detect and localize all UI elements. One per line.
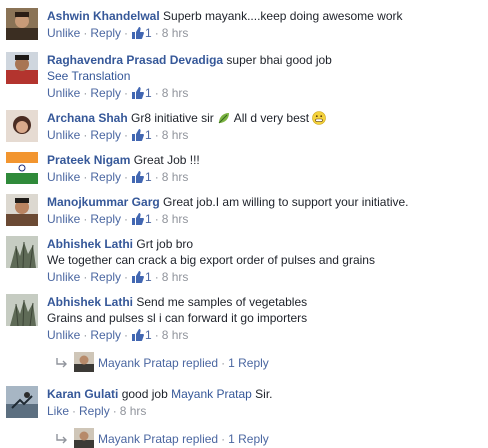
avatar [74,428,94,448]
reply-link[interactable]: Reply [90,128,121,142]
comment-author[interactable]: Karan Gulati [47,387,118,401]
unlike-link[interactable]: Unlike [47,128,80,142]
comment-author[interactable]: Manojkummar Garg [47,195,160,209]
reply-link[interactable]: Reply [79,404,110,418]
unlike-link[interactable]: Unlike [47,26,80,40]
comment-text: Superb mayank....keep doing awesome work [163,9,403,23]
comment-body: Ashwin Khandelwal Superb mayank....keep … [47,8,484,41]
timestamp[interactable]: 8 hrs [162,270,189,284]
comment-body: Abhishek Lathi Send me samples of vegeta… [47,294,484,343]
timestamp[interactable]: 8 hrs [120,404,147,418]
comment-text: super bhai good job [226,53,332,67]
comment-text-line2: We together can crack a big export order… [47,253,375,267]
avatar[interactable] [6,294,38,326]
comment-body: Abhishek Lathi Grt job bro We together c… [47,236,484,285]
comment-body: Manojkummar Garg Great job.I am willing … [47,194,484,227]
comment-actions: Unlike · Reply · 1 · 8 hrs [47,128,189,142]
comment-author[interactable]: Abhishek Lathi [47,237,133,251]
comment-author[interactable]: Abhishek Lathi [47,295,133,309]
timestamp[interactable]: 8 hrs [162,328,189,342]
unlike-link[interactable]: Unlike [47,170,80,184]
thumbs-up-icon [132,87,144,99]
like-count[interactable]: 1 [131,328,152,342]
thumbs-up-icon [132,329,144,341]
like-count[interactable]: 1 [131,270,152,284]
comment-actions: Unlike · Reply · 1 · 8 hrs [47,328,189,342]
like-count[interactable]: 1 [131,86,152,100]
comment-actions: Unlike · Reply · 1 · 8 hrs [47,26,189,40]
reply-link[interactable]: Reply [90,86,121,100]
reply-link[interactable]: Reply [90,328,121,342]
comment-body: Archana Shah Gr8 initiative sir All d ve… [47,110,484,143]
thumbs-up-icon [132,27,144,39]
reply-link[interactable]: Reply [90,26,121,40]
comment-body: Karan Gulati good job Mayank Pratap Sir.… [47,386,484,419]
avatar[interactable] [6,8,38,40]
comment-body: Raghavendra Prasad Devadiga super bhai g… [47,52,484,101]
comment-actions: Unlike · Reply · 1 · 8 hrs [47,86,189,100]
avatar[interactable] [6,236,38,268]
comment-text: Great Job !!! [133,153,200,167]
grin-emoji-icon [312,111,327,125]
leaf-emoji-icon [218,113,230,124]
reply-count: 1 Reply [228,432,269,446]
like-link[interactable]: Like [47,404,69,418]
comment-actions: Unlike · Reply · 1 · 8 hrs [47,170,189,184]
unlike-link[interactable]: Unlike [47,212,80,226]
unlike-link[interactable]: Unlike [47,328,80,342]
comment-actions: Like · Reply · 8 hrs [47,404,147,418]
reply-arrow-icon [56,434,67,444]
mention-link[interactable]: Mayank Pratap [171,387,252,401]
avatar[interactable] [6,194,38,226]
unlike-link[interactable]: Unlike [47,270,80,284]
thumbs-up-icon [132,171,144,183]
like-count[interactable]: 1 [131,26,152,40]
timestamp[interactable]: 8 hrs [162,128,189,142]
comment-actions: Unlike · Reply · 1 · 8 hrs [47,212,189,226]
comment-text-line2: Grains and pulses sl i can forward it go… [47,311,308,325]
see-translation-link[interactable]: See Translation [47,69,130,83]
comment-author[interactable]: Ashwin Khandelwal [47,9,160,23]
thumbs-up-icon [132,213,144,225]
reply-link[interactable]: Reply [90,270,121,284]
view-replies-link[interactable]: Mayank Pratap replied · 1 Reply [56,428,269,448]
replier-name: Mayank Pratap [98,356,179,370]
replier-name: Mayank Pratap [98,432,179,446]
avatar[interactable] [6,386,38,418]
timestamp[interactable]: 8 hrs [162,212,189,226]
reply-arrow-icon [56,358,67,368]
reply-link[interactable]: Reply [90,212,121,226]
thumbs-up-icon [132,271,144,283]
like-count[interactable]: 1 [131,212,152,226]
timestamp[interactable]: 8 hrs [162,86,189,100]
avatar [74,352,94,372]
comment-author[interactable]: Archana Shah [47,111,128,125]
comment-text-end: Sir. [255,387,273,401]
thumbs-up-icon [132,129,144,141]
avatar[interactable] [6,52,38,84]
comment-text: Send me samples of vegetables [136,295,308,309]
comment-author[interactable]: Raghavendra Prasad Devadiga [47,53,223,67]
timestamp[interactable]: 8 hrs [162,170,189,184]
timestamp[interactable]: 8 hrs [162,26,189,40]
comment-text: Gr8 initiative sir All d very best [131,111,327,125]
avatar[interactable] [6,152,38,184]
view-replies-link[interactable]: Mayank Pratap replied · 1 Reply [56,352,269,372]
comment-actions: Unlike · Reply · 1 · 8 hrs [47,270,189,284]
comment-text: good job [121,387,168,401]
avatar[interactable] [6,110,38,142]
reply-link[interactable]: Reply [90,170,121,184]
comment-author[interactable]: Prateek Nigam [47,153,130,167]
reply-count: 1 Reply [228,356,269,370]
like-count[interactable]: 1 [131,170,152,184]
comment-text: Grt job bro [136,237,194,251]
like-count[interactable]: 1 [131,128,152,142]
comment-body: Prateek Nigam Great Job !!! Unlike · Reply… [47,152,484,185]
comment-text: Great job.I am willing to support your i… [163,195,409,209]
unlike-link[interactable]: Unlike [47,86,80,100]
